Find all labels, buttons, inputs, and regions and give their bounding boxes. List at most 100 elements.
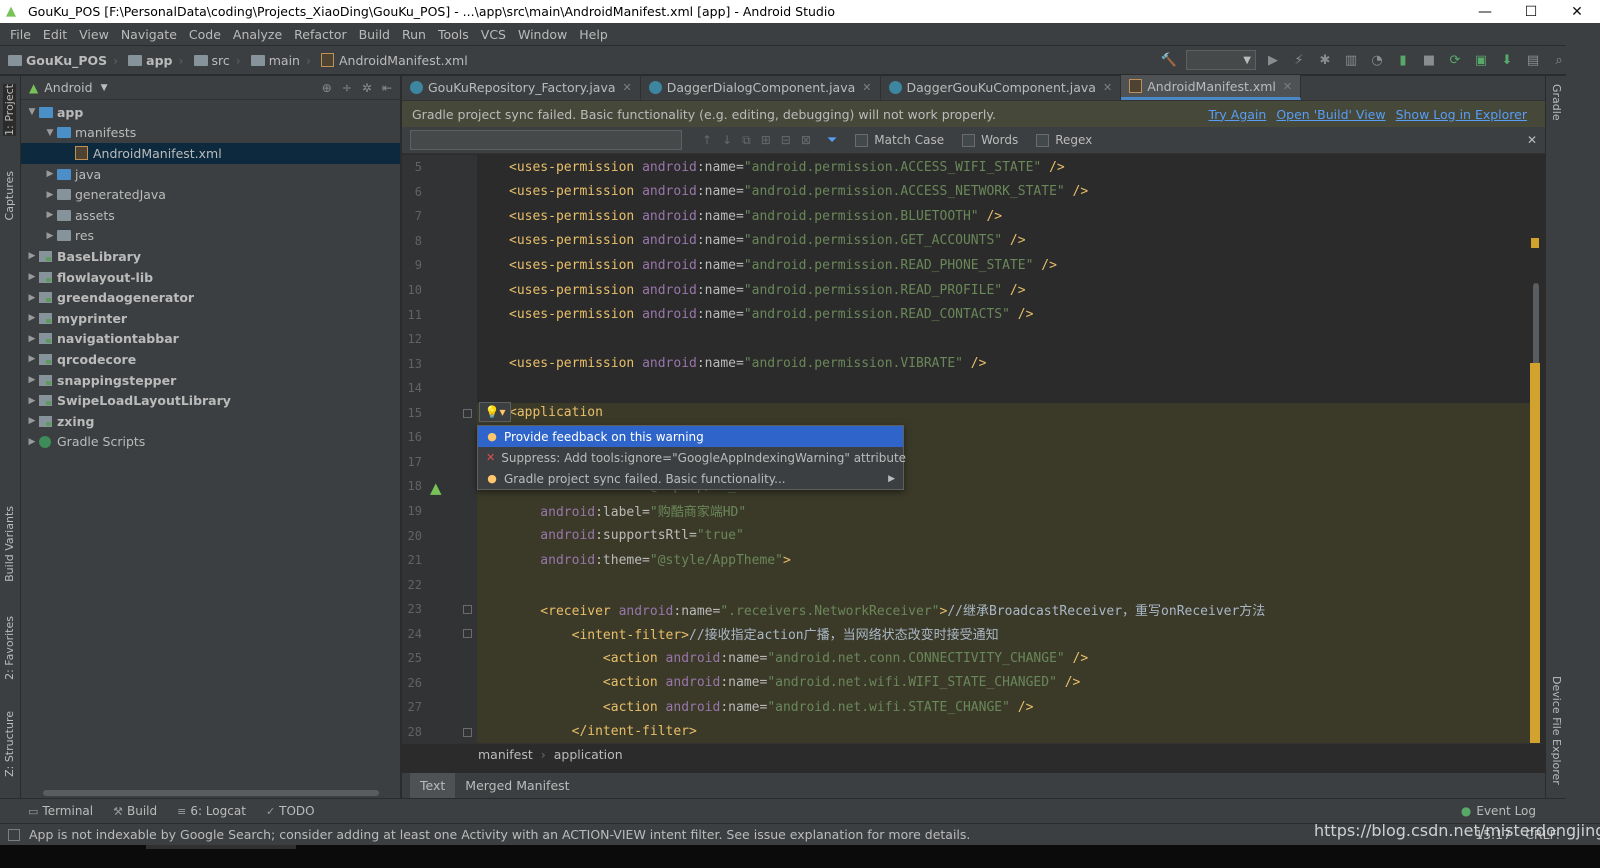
editor-tab[interactable]: DaggerGouKuComponent.java ✕	[881, 75, 1122, 100]
tree-item-navigationtabbar[interactable]: ▶ navigationtabbar	[21, 329, 400, 350]
gradle-tool-tab[interactable]: Gradle	[1550, 84, 1563, 121]
project-structure-icon[interactable]: ▤	[1524, 51, 1542, 69]
collapsed-arrow-icon[interactable]: ▶	[25, 416, 39, 426]
tree-item-generatedjava[interactable]: ▶ generatedJava	[21, 184, 400, 205]
menu-help[interactable]: Help	[573, 27, 614, 42]
editor-tab[interactable]: GouKuRepository_Factory.java ✕	[402, 75, 641, 100]
android-launcher-icon[interactable]: ▲	[430, 479, 452, 499]
hide-icon[interactable]: ⇤	[382, 81, 392, 95]
show-log-link[interactable]: Show Log in Explorer	[1396, 107, 1527, 122]
tree-item-manifests[interactable]: ▼ manifests	[21, 123, 400, 144]
tree-item-myprinter[interactable]: ▶ myprinter	[21, 308, 400, 329]
words-checkbox[interactable]: Words	[962, 133, 1018, 147]
tool-window-terminal[interactable]: ▭ Terminal	[28, 804, 93, 818]
code-line[interactable]: 15 <application	[402, 401, 1532, 426]
tree-item-snappingstepper[interactable]: ▶ snappingstepper	[21, 370, 400, 391]
code-line[interactable]: 8 <uses-permission android:name="android.…	[402, 229, 1532, 254]
code-line[interactable]: 10 <uses-permission android:name="android…	[402, 278, 1532, 303]
chevron-down-icon[interactable]: ▼	[101, 83, 108, 93]
close-tab-icon[interactable]: ✕	[1283, 80, 1292, 93]
breadcrumb-manifest[interactable]: manifest	[478, 747, 533, 762]
menu-navigate[interactable]: Navigate	[115, 27, 183, 42]
tool-window-todo[interactable]: ✓ TODO	[266, 804, 315, 818]
structure-tool-tab[interactable]: Z: Structure	[3, 711, 16, 777]
previous-occurrence-icon[interactable]: ↑	[702, 133, 712, 148]
close-tab-icon[interactable]: ✕	[862, 81, 871, 94]
taskbar-item[interactable]	[146, 845, 296, 849]
tree-item-flowlayout-lib[interactable]: ▶ flowlayout-lib	[21, 267, 400, 288]
collapsed-arrow-icon[interactable]: ▶	[43, 190, 57, 200]
run-icon[interactable]: ▶	[1264, 51, 1282, 69]
expanded-arrow-icon[interactable]: ▼	[43, 128, 57, 138]
tool-window-build[interactable]: ⚒ Build	[113, 804, 157, 818]
match-case-checkbox[interactable]: Match Case	[855, 133, 944, 147]
editor-view-tab[interactable]: Text	[410, 773, 456, 798]
project-view-selector[interactable]: Android	[44, 80, 92, 95]
maximize-button[interactable]: ☐	[1508, 0, 1554, 23]
find-all-icon[interactable]: ⧉	[742, 133, 751, 148]
multi-select-icon[interactable]: ⊠	[801, 133, 811, 148]
warning-indicator[interactable]	[1531, 238, 1539, 248]
breadcrumb-project[interactable]: GouKu_POS	[0, 53, 111, 68]
code-line[interactable]: 6 <uses-permission android:name="android.…	[402, 180, 1532, 205]
code-line[interactable]: 27 <action android:name="android.net.wif…	[402, 695, 1532, 720]
collapsed-arrow-icon[interactable]: ▶	[25, 251, 39, 261]
menu-view[interactable]: View	[73, 27, 115, 42]
code-line[interactable]: 28 </intent-filter>	[402, 720, 1532, 743]
menu-file[interactable]: File	[4, 27, 37, 42]
code-line[interactable]: 7 <uses-permission android:name="android.…	[402, 204, 1532, 229]
intention-action-item[interactable]: ● Gradle project sync failed. Basic funct…	[478, 468, 903, 489]
tree-item-gradle-scripts[interactable]: ▶ Gradle Scripts	[21, 432, 400, 453]
tree-item-baselibrary[interactable]: ▶ BaseLibrary	[21, 246, 400, 267]
fold-marker-icon[interactable]	[463, 604, 472, 614]
code-line[interactable]: 14	[402, 376, 1532, 401]
menu-run[interactable]: Run	[396, 27, 432, 42]
tree-item-swipeloadlayoutlibrary[interactable]: ▶ SwipeLoadLayoutLibrary	[21, 390, 400, 411]
warning-stripe[interactable]	[1530, 363, 1540, 743]
intention-action-item[interactable]: ● Provide feedback on this warning	[478, 426, 903, 447]
minimize-button[interactable]: —	[1462, 0, 1508, 23]
tree-item-qrcodecore[interactable]: ▶ qrcodecore	[21, 349, 400, 370]
code-line[interactable]: 13 <uses-permission android:name="android…	[402, 351, 1532, 376]
select-all-occurrences-icon[interactable]: ⊞	[761, 133, 771, 148]
code-line[interactable]: 20 android:supportsRtl="true"	[402, 523, 1532, 548]
code-line[interactable]: 22	[402, 572, 1532, 597]
collapsed-arrow-icon[interactable]: ▶	[25, 375, 39, 385]
sdk-manager-icon[interactable]: ⬇	[1498, 51, 1516, 69]
tree-item-androidmanifest-xml[interactable]: AndroidManifest.xml	[21, 143, 400, 164]
device-file-explorer-tab[interactable]: Device File Explorer	[1550, 676, 1563, 785]
tool-windows-toggle-icon[interactable]	[8, 828, 20, 841]
breadcrumb-main[interactable]: main	[243, 53, 304, 68]
collapsed-arrow-icon[interactable]: ▶	[25, 272, 39, 282]
open-build-view-link[interactable]: Open 'Build' View	[1276, 107, 1385, 122]
device-icon[interactable]: ▮	[1394, 51, 1412, 69]
code-line[interactable]: 19 android:label="购酷商家端HD"	[402, 499, 1532, 524]
breadcrumb-file[interactable]: AndroidManifest.xml	[313, 53, 472, 68]
favorites-tool-tab[interactable]: 2: Favorites	[3, 616, 16, 680]
code-line[interactable]: 5 <uses-permission android:name="android.…	[402, 155, 1532, 180]
search-input[interactable]	[410, 130, 682, 150]
fold-marker-icon[interactable]	[463, 408, 472, 418]
status-message[interactable]: App is not indexable by Google Search; c…	[29, 827, 970, 842]
menu-analyze[interactable]: Analyze	[227, 27, 288, 42]
breadcrumb-src[interactable]: src	[186, 53, 234, 68]
code-line[interactable]: 25 <action android:name="android.net.con…	[402, 646, 1532, 671]
fold-marker-icon[interactable]	[463, 727, 472, 737]
collapsed-arrow-icon[interactable]: ▶	[25, 437, 39, 447]
collapsed-arrow-icon[interactable]: ▶	[25, 313, 39, 323]
stop-icon[interactable]: ■	[1420, 51, 1438, 69]
close-tab-icon[interactable]: ✕	[623, 81, 632, 94]
close-window-button[interactable]: ✕	[1554, 0, 1600, 23]
make-project-hammer-icon[interactable]: 🔨	[1160, 51, 1178, 69]
code-line[interactable]: 23 <receiver android:name=".receivers.Ne…	[402, 597, 1532, 622]
breadcrumb-module[interactable]: app	[120, 53, 176, 68]
code-line[interactable]: 12	[402, 327, 1532, 352]
next-occurrence-icon[interactable]: ↓	[722, 133, 732, 148]
tree-item-assets[interactable]: ▶ assets	[21, 205, 400, 226]
close-tab-icon[interactable]: ✕	[1103, 81, 1112, 94]
intention-action-item[interactable]: ✕ Suppress: Add tools:ignore="GoogleAppIn…	[478, 447, 906, 468]
tree-item-app[interactable]: ▼ app	[21, 102, 400, 123]
fold-marker-icon[interactable]	[463, 629, 472, 639]
tree-item-zxing[interactable]: ▶ zxing	[21, 411, 400, 432]
expanded-arrow-icon[interactable]: ▼	[25, 107, 39, 117]
